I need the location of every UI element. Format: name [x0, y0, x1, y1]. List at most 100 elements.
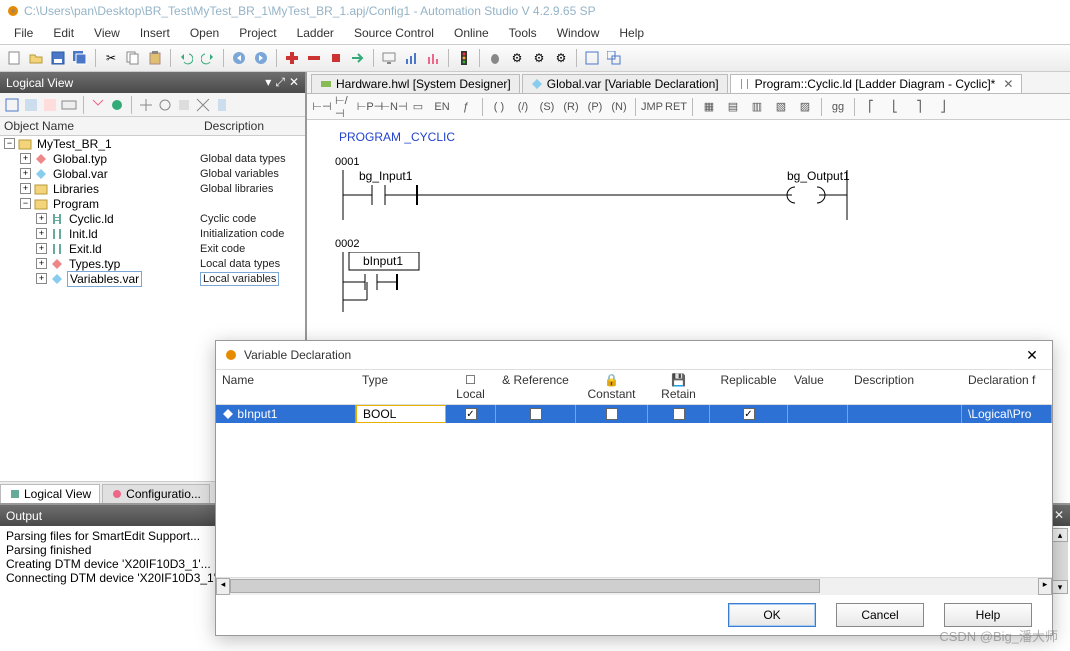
tab-logical-view[interactable]: Logical View [0, 484, 100, 503]
lt-jmp-icon[interactable]: JMP [641, 97, 663, 117]
menu-online[interactable]: Online [446, 24, 497, 42]
dialog-hscroll[interactable]: ◂ ▸ [216, 577, 1052, 595]
lt-contact-nc-icon[interactable]: ⊢/⊣ [335, 97, 357, 117]
col-local[interactable]: ☐ Local [446, 370, 496, 404]
reference-checkbox[interactable] [530, 408, 542, 420]
build-icon[interactable] [282, 48, 302, 68]
lv-tb-10-icon[interactable] [195, 97, 211, 113]
tree-root[interactable]: − MyTest_BR_1 [0, 136, 305, 151]
lt-br4-icon[interactable]: ⎦ [932, 97, 954, 117]
dialog-titlebar[interactable]: Variable Declaration ✕ [216, 341, 1052, 369]
lv-tb-1-icon[interactable] [4, 97, 20, 113]
lt-br1-icon[interactable]: ⎡ [860, 97, 882, 117]
panel-pin-icon[interactable]: ⤢ [275, 75, 285, 90]
col-retain[interactable]: 💾 Retain [648, 370, 710, 404]
tab-configuration[interactable]: Configuratio... [102, 484, 210, 503]
lv-tb-11-icon[interactable] [214, 97, 230, 113]
lv-tb-5-icon[interactable] [90, 97, 106, 113]
new-icon[interactable] [4, 48, 24, 68]
menu-project[interactable]: Project [231, 24, 284, 42]
col-reference[interactable]: & Reference [496, 370, 576, 404]
gear-icon[interactable]: ⚙ [507, 48, 527, 68]
lt-grid1-icon[interactable]: ▦ [698, 97, 720, 117]
open-icon[interactable] [26, 48, 46, 68]
col-declaration[interactable]: Declaration f [962, 370, 1052, 404]
cut-icon[interactable]: ✂ [101, 48, 121, 68]
retain-checkbox[interactable] [673, 408, 685, 420]
transfer-icon[interactable] [348, 48, 368, 68]
expander-icon[interactable]: − [20, 198, 31, 209]
lt-ncoil-icon[interactable]: (/) [512, 97, 534, 117]
doc-tab-cyclic[interactable]: Program::Cyclic.ld [Ladder Diagram - Cyc… [730, 74, 1023, 93]
expander-icon[interactable]: + [36, 243, 47, 254]
chart-icon[interactable] [401, 48, 421, 68]
lv-tb-4-icon[interactable] [61, 97, 77, 113]
close-icon[interactable]: ✕ [1003, 77, 1013, 91]
col-constant[interactable]: 🔒 Constant [576, 370, 648, 404]
panel-close-icon[interactable]: ✕ [1054, 508, 1064, 523]
lt-n2-icon[interactable]: (N) [608, 97, 630, 117]
rebuild-icon[interactable] [304, 48, 324, 68]
lv-tb-8-icon[interactable] [157, 97, 173, 113]
lt-ret-icon[interactable]: RET [665, 97, 687, 117]
type-cell[interactable]: BOOL [356, 405, 446, 423]
expander-icon[interactable]: − [4, 138, 15, 149]
lt-grid4-icon[interactable]: ▧ [770, 97, 792, 117]
menu-window[interactable]: Window [549, 24, 608, 42]
nav-fwd-icon[interactable] [251, 48, 271, 68]
lt-coil-icon[interactable]: ( ) [488, 97, 510, 117]
save-all-icon[interactable] [70, 48, 90, 68]
windows-icon[interactable] [604, 48, 624, 68]
window-icon[interactable] [582, 48, 602, 68]
scroll-thumb[interactable] [230, 579, 820, 593]
lv-tb-6-icon[interactable] [109, 97, 125, 113]
tree-item[interactable]: +Types.typLocal data types [0, 256, 305, 271]
redo-icon[interactable] [198, 48, 218, 68]
panel-close-icon[interactable]: ✕ [289, 75, 299, 90]
menu-view[interactable]: View [86, 24, 128, 42]
expander-icon[interactable]: + [20, 153, 31, 164]
copy-icon[interactable] [123, 48, 143, 68]
lv-tb-2-icon[interactable] [23, 97, 39, 113]
tree-item[interactable]: +Init.ldInitialization code [0, 226, 305, 241]
rung-2[interactable]: bInput1 [327, 252, 1050, 310]
col-value[interactable]: Value [788, 370, 848, 404]
lt-func-icon[interactable]: ƒ [455, 97, 477, 117]
chart2-icon[interactable] [423, 48, 443, 68]
local-checkbox[interactable]: ✓ [465, 408, 477, 420]
save-icon[interactable] [48, 48, 68, 68]
lt-p-icon[interactable]: ⊢P⊣ [359, 97, 381, 117]
gear2-icon[interactable]: ⚙ [529, 48, 549, 68]
expander-icon[interactable]: + [36, 273, 47, 284]
doc-tab-global-var[interactable]: Global.var [Variable Declaration] [522, 74, 728, 93]
col-replicable[interactable]: Replicable [710, 370, 788, 404]
bug-icon[interactable] [485, 48, 505, 68]
gear3-icon[interactable]: ⚙ [551, 48, 571, 68]
tree-item[interactable]: +Cyclic.ldCyclic code [0, 211, 305, 226]
help-button[interactable]: Help [944, 603, 1032, 627]
menu-ladder[interactable]: Ladder [289, 24, 342, 42]
expander-icon[interactable]: + [36, 213, 47, 224]
expander-icon[interactable]: + [20, 168, 31, 179]
lt-br2-icon[interactable]: ⎣ [884, 97, 906, 117]
undo-icon[interactable] [176, 48, 196, 68]
lt-grid3-icon[interactable]: ▥ [746, 97, 768, 117]
lt-gg-icon[interactable]: gg [827, 97, 849, 117]
expander-icon[interactable]: + [36, 258, 47, 269]
lt-grid2-icon[interactable]: ▤ [722, 97, 744, 117]
replicable-checkbox[interactable]: ✓ [743, 408, 755, 420]
dialog-close-button[interactable]: ✕ [1020, 343, 1044, 367]
desc-cell[interactable] [848, 405, 962, 423]
rung-1[interactable]: bg_Input1 bg_Output1 [327, 170, 1050, 228]
monitor-icon[interactable] [379, 48, 399, 68]
doc-tab-hardware[interactable]: Hardware.hwl [System Designer] [311, 74, 520, 93]
value-cell[interactable] [788, 405, 848, 423]
menu-tools[interactable]: Tools [501, 24, 545, 42]
lt-block-icon[interactable]: ▭ [407, 97, 429, 117]
scroll-down-icon[interactable]: ▾ [1052, 580, 1068, 594]
scroll-up-icon[interactable]: ▴ [1052, 528, 1068, 542]
menu-edit[interactable]: Edit [45, 24, 82, 42]
tree-item-selected[interactable]: +Variables.varLocal variables [0, 271, 305, 286]
tree-item[interactable]: +Global.varGlobal variables [0, 166, 305, 181]
lv-tb-3-icon[interactable] [42, 97, 58, 113]
